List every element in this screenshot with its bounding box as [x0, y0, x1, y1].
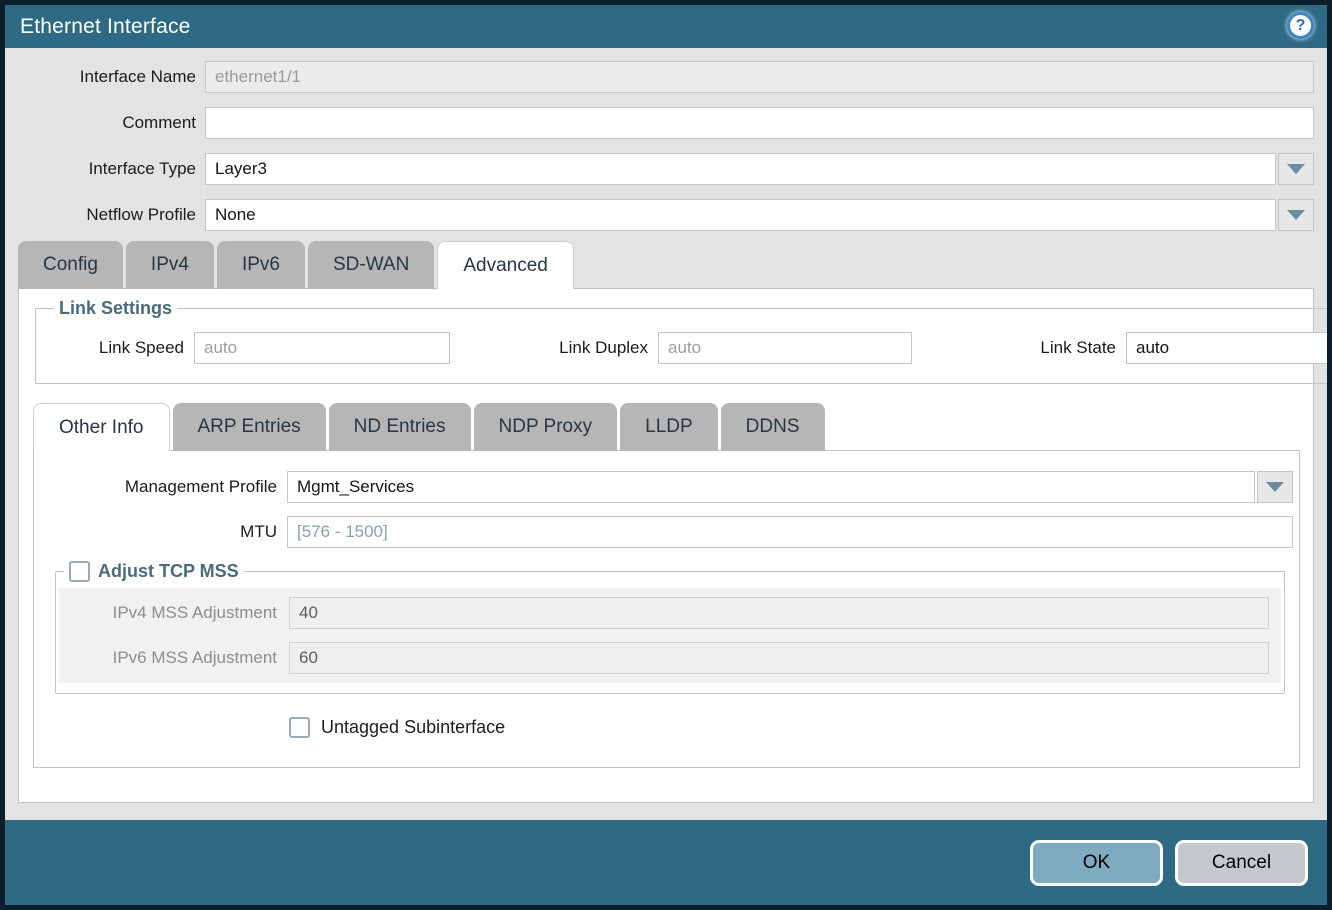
- interface-type-field[interactable]: [205, 153, 1276, 185]
- ipv6-mss-label: IPv6 MSS Adjustment: [71, 648, 289, 668]
- interface-name-label: Interface Name: [18, 67, 205, 87]
- tab-config[interactable]: Config: [18, 241, 123, 289]
- interface-type-row: Interface Type: [18, 153, 1314, 185]
- tab-advanced[interactable]: Advanced: [437, 241, 574, 289]
- subtab-lldp[interactable]: LLDP: [620, 403, 718, 451]
- ipv4-mss-label: IPv4 MSS Adjustment: [71, 603, 289, 623]
- dialog-footer: OK Cancel: [5, 820, 1327, 905]
- mtu-field[interactable]: [287, 516, 1293, 548]
- subtab-other-info[interactable]: Other Info: [33, 403, 170, 451]
- main-tabs: Config IPv4 IPv6 SD-WAN Advanced: [18, 241, 1314, 288]
- tab-sd-wan[interactable]: SD-WAN: [308, 241, 434, 289]
- dialog-titlebar: Ethernet Interface ?: [5, 5, 1327, 48]
- netflow-profile-label: Netflow Profile: [18, 205, 205, 225]
- adjust-tcp-mss-fieldset: Adjust TCP MSS IPv4 MSS Adjustment IPv6 …: [55, 561, 1285, 694]
- link-state-label: Link State: [976, 338, 1126, 358]
- untagged-subinterface-row: Untagged Subinterface: [289, 717, 1293, 738]
- mtu-row: MTU: [34, 516, 1293, 548]
- interface-type-label: Interface Type: [18, 159, 205, 179]
- interface-type-dropdown-button[interactable]: [1278, 153, 1314, 185]
- link-settings-fieldset: Link Settings Link Speed Link Duplex Lin…: [35, 298, 1332, 384]
- adjust-tcp-mss-label: Adjust TCP MSS: [98, 561, 239, 582]
- netflow-profile-field[interactable]: [205, 199, 1276, 231]
- netflow-profile-row: Netflow Profile: [18, 199, 1314, 231]
- link-state-field[interactable]: [1126, 332, 1332, 364]
- dialog-title: Ethernet Interface: [20, 15, 191, 39]
- subtab-nd-entries[interactable]: ND Entries: [329, 403, 471, 451]
- management-profile-label: Management Profile: [34, 477, 287, 497]
- sub-tabs: Other Info ARP Entries ND Entries NDP Pr…: [33, 403, 1300, 450]
- mtu-label: MTU: [34, 522, 287, 542]
- help-icon[interactable]: ?: [1287, 12, 1314, 39]
- untagged-subinterface-checkbox[interactable]: [289, 717, 310, 738]
- link-settings-legend: Link Settings: [54, 298, 177, 319]
- mss-fields-area: IPv4 MSS Adjustment IPv6 MSS Adjustment: [59, 588, 1281, 683]
- cancel-button[interactable]: Cancel: [1175, 840, 1308, 886]
- link-speed-label: Link Speed: [46, 338, 194, 358]
- link-duplex-label: Link Duplex: [498, 338, 658, 358]
- untagged-subinterface-label: Untagged Subinterface: [321, 717, 505, 738]
- netflow-profile-dropdown-button[interactable]: [1278, 199, 1314, 231]
- comment-row: Comment: [18, 107, 1314, 139]
- chevron-down-icon: [1266, 482, 1284, 492]
- management-profile-field[interactable]: [287, 471, 1255, 503]
- subtab-arp-entries[interactable]: ARP Entries: [173, 403, 326, 451]
- chevron-down-icon: [1287, 164, 1305, 174]
- advanced-tab-panel: Link Settings Link Speed Link Duplex Lin…: [18, 288, 1314, 803]
- ethernet-interface-dialog: Ethernet Interface ? Interface Name Comm…: [0, 0, 1332, 910]
- tab-ipv4[interactable]: IPv4: [126, 241, 214, 289]
- ipv4-mss-row: IPv4 MSS Adjustment: [71, 597, 1269, 629]
- adjust-tcp-mss-checkbox[interactable]: [69, 561, 90, 582]
- chevron-down-icon: [1287, 210, 1305, 220]
- management-profile-row: Management Profile: [34, 471, 1293, 503]
- adjust-tcp-mss-legend: Adjust TCP MSS: [64, 561, 244, 582]
- other-info-panel: Management Profile MTU Adjust TCP MSS: [33, 450, 1300, 768]
- comment-label: Comment: [18, 113, 205, 133]
- interface-name-field: [205, 61, 1314, 93]
- link-duplex-field[interactable]: [658, 332, 912, 364]
- link-settings-row: Link Speed Link Duplex Link State: [46, 332, 1332, 364]
- dialog-body: Interface Name Comment Interface Type Ne…: [5, 48, 1327, 820]
- interface-name-row: Interface Name: [18, 61, 1314, 93]
- ipv4-mss-field: [289, 597, 1269, 629]
- tab-ipv6[interactable]: IPv6: [217, 241, 305, 289]
- subtab-ddns[interactable]: DDNS: [721, 403, 825, 451]
- ok-button[interactable]: OK: [1030, 840, 1163, 886]
- management-profile-dropdown-button[interactable]: [1257, 471, 1293, 503]
- subtab-ndp-proxy[interactable]: NDP Proxy: [474, 403, 618, 451]
- ipv6-mss-row: IPv6 MSS Adjustment: [71, 642, 1269, 674]
- ipv6-mss-field: [289, 642, 1269, 674]
- link-speed-field[interactable]: [194, 332, 450, 364]
- comment-field[interactable]: [205, 107, 1314, 139]
